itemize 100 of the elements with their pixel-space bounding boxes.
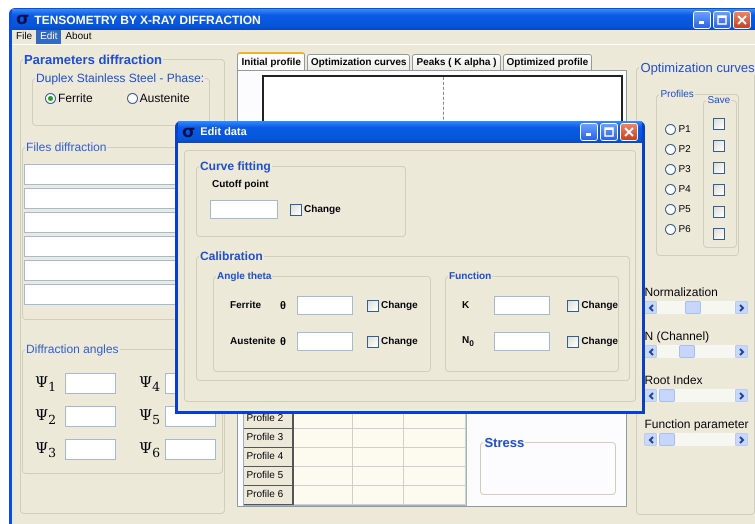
group-title: Duplex Stainless Steel - Phase: (35, 71, 206, 85)
save-checkbox[interactable] (713, 118, 726, 130)
change-checkbox[interactable]: Change (367, 300, 418, 312)
group-title: Save (706, 95, 732, 106)
group-title: Calibration (199, 249, 264, 263)
field-label: Austenite (230, 336, 276, 347)
table-cell (353, 467, 404, 486)
scroll-right-button[interactable] (735, 433, 748, 446)
group-title: Diffraction angles (25, 342, 120, 356)
scroll-right-button[interactable] (735, 301, 748, 314)
slider-thumb[interactable] (685, 301, 702, 314)
angle-field[interactable] (65, 406, 116, 427)
scroll-left-button[interactable] (644, 433, 658, 446)
change-checkbox[interactable]: Change (567, 336, 618, 348)
slider-label: N (Channel) (644, 329, 710, 343)
theta-symbol: θ (280, 300, 287, 312)
group-title: Optimization curves (639, 60, 755, 75)
close-button[interactable] (733, 10, 751, 28)
field-label: K (462, 300, 470, 311)
table-cell (404, 467, 466, 486)
scroll-right-button[interactable] (735, 389, 748, 402)
close-button[interactable] (620, 123, 638, 141)
cutoff-field[interactable] (210, 200, 278, 219)
app-logo: σ (16, 11, 30, 28)
profile-radio[interactable]: P1 (665, 124, 704, 135)
field-label: Cutoff point (212, 179, 270, 190)
angle-label: Ψ$_{3}$ (35, 439, 56, 457)
maximize-icon (604, 127, 614, 137)
value-field[interactable] (297, 332, 353, 351)
save-checkbox[interactable] (713, 206, 726, 218)
table-cell (353, 486, 404, 505)
menu-item[interactable]: File (12, 30, 36, 44)
angle-field[interactable] (165, 439, 216, 460)
close-icon (624, 127, 634, 137)
chevron-left-icon (648, 304, 654, 312)
change-checkbox[interactable]: Change (567, 300, 618, 312)
tab[interactable]: Peaks ( K alpha ) (412, 54, 501, 70)
slider-label: Function parameter (644, 417, 750, 431)
phase-radio[interactable]: Austenite (126, 91, 190, 105)
tab[interactable]: Optimization curves (306, 54, 410, 70)
angle-label: Ψ$_{1}$ (35, 373, 56, 391)
chevron-right-icon (738, 436, 745, 444)
save-checkbox[interactable] (713, 140, 726, 152)
table-cell (404, 486, 466, 505)
table-cell (294, 486, 354, 505)
maximize-button[interactable] (600, 123, 618, 141)
minimize-button[interactable] (693, 10, 711, 28)
value-field[interactable] (297, 296, 353, 315)
table-cell (294, 448, 354, 467)
chevron-right-icon (738, 304, 745, 312)
row-header: Profile 4 (244, 448, 294, 467)
table-cell (353, 429, 404, 448)
group-title: Curve fitting (199, 159, 272, 173)
row-header: Profile 6 (244, 486, 294, 505)
minimize-button[interactable] (580, 123, 598, 141)
slider-thumb[interactable] (679, 345, 696, 358)
tab[interactable]: Initial profile (237, 52, 305, 70)
tab[interactable]: Optimized profile (502, 54, 592, 70)
save-checkbox[interactable] (713, 184, 726, 196)
profile-radio[interactable]: P2 (665, 144, 704, 155)
scroll-left-button[interactable] (644, 345, 658, 358)
profile-radio[interactable]: P5 (665, 204, 704, 215)
maximize-button[interactable] (713, 10, 731, 28)
chevron-left-icon (648, 348, 654, 356)
chevron-right-icon (738, 348, 745, 356)
table-cell (294, 467, 354, 486)
value-field[interactable] (494, 296, 550, 315)
close-icon (737, 14, 747, 24)
menu-item[interactable]: Edit (36, 30, 62, 44)
angle-field[interactable] (65, 439, 116, 460)
group-title: Files diffraction (25, 140, 108, 154)
angle-field[interactable] (65, 373, 116, 394)
save-checkbox[interactable] (713, 162, 726, 174)
profile-radio[interactable]: P4 (665, 184, 704, 195)
field-label: Ferrite (230, 300, 262, 311)
window-title: TENSOMETRY BY X-RAY DIFFRACTION (34, 12, 262, 26)
table-cell (404, 448, 466, 467)
app-logo: σ (182, 124, 196, 140)
group-title: Stress (483, 435, 526, 450)
group-title: Function (448, 271, 492, 282)
dialog-title: Edit data (200, 126, 248, 138)
chevron-right-icon (738, 392, 745, 400)
profile-radio[interactable]: P6 (665, 224, 704, 235)
slider-thumb[interactable] (659, 433, 676, 446)
change-checkbox[interactable]: Change (367, 336, 418, 348)
scroll-right-button[interactable] (735, 345, 748, 358)
scroll-left-button[interactable] (644, 389, 658, 402)
value-field[interactable] (494, 332, 550, 351)
save-checkbox[interactable] (713, 228, 726, 240)
group-title: Parameters diffraction (23, 52, 163, 67)
phase-radio[interactable]: Ferrite (45, 91, 93, 105)
menu-item[interactable]: About (61, 30, 96, 44)
change-checkbox[interactable]: Change (290, 204, 341, 216)
row-header: Profile 5 (244, 467, 294, 486)
angle-label: Ψ$_{6}$ (139, 439, 160, 457)
scroll-left-button[interactable] (644, 301, 658, 314)
slider-label: Root Index (644, 373, 704, 387)
profile-radio[interactable]: P3 (665, 164, 704, 175)
slider-thumb[interactable] (659, 389, 676, 402)
chevron-left-icon (648, 392, 654, 400)
